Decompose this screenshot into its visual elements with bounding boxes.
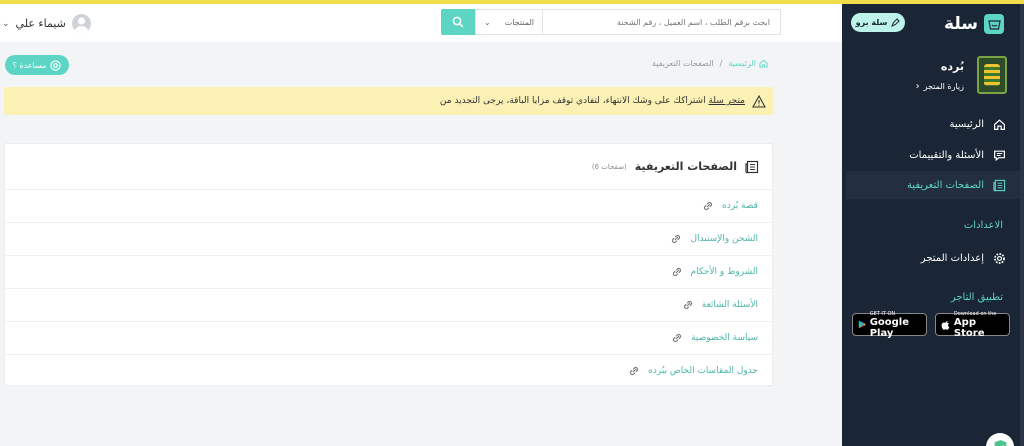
page-link[interactable]: سياسة الخصوصية bbox=[691, 333, 758, 343]
google-play-big-text: Google Play bbox=[869, 316, 910, 339]
link-icon bbox=[703, 201, 713, 211]
alert-text-wrap: متجر سلة اشتراكك على وشك الانتهاء، لتفاد… bbox=[440, 96, 745, 106]
visit-store-label: زيارة المتجر bbox=[923, 82, 964, 91]
list-item[interactable]: الأسئلة الشائعة bbox=[5, 288, 772, 321]
list-item[interactable]: سياسة الخصوصية bbox=[5, 321, 772, 354]
link-icon bbox=[630, 366, 639, 376]
list-item[interactable]: جدول المقاسات الخاص ببُرده bbox=[5, 354, 772, 387]
home-icon bbox=[992, 117, 1006, 131]
google-play-text: GET IT ON Google Play bbox=[870, 311, 921, 339]
sidebar-item-label: إعدادات المتجر bbox=[920, 252, 984, 264]
pages-list: قصة بُرده الشحن والإستبدال الشروط و الأح… bbox=[5, 189, 772, 387]
app-store-big-text: App Store bbox=[953, 316, 985, 339]
sidebar-item-home[interactable]: الرئيسية bbox=[846, 110, 1024, 138]
list-item[interactable]: الشحن والإستبدال bbox=[5, 222, 772, 255]
pages-count: (6 صفحات) bbox=[591, 162, 627, 171]
search-icon bbox=[452, 16, 464, 28]
comment-icon bbox=[992, 148, 1006, 162]
list-item[interactable]: الشروط و الأحكام bbox=[5, 255, 772, 288]
search-button[interactable] bbox=[441, 9, 475, 35]
chevron-down-icon: ⌄ bbox=[484, 17, 491, 27]
breadcrumb-home[interactable]: الرئيسية bbox=[728, 59, 768, 68]
page-link[interactable]: الشحن والإستبدال bbox=[690, 234, 758, 244]
basket-icon bbox=[984, 14, 1004, 34]
salla-logo[interactable]: سلة bbox=[944, 13, 1004, 35]
salla-pro-button[interactable]: سلة برو bbox=[851, 13, 905, 32]
newspaper-icon bbox=[992, 178, 1006, 192]
sidebar-item-label: الرئيسية bbox=[949, 118, 984, 130]
breadcrumb-separator: / bbox=[719, 59, 723, 68]
page-link[interactable]: الشروط و الأحكام bbox=[691, 267, 758, 277]
pages-card: (6 صفحات) الصفحات التعريفية قصة بُرده ال… bbox=[4, 143, 773, 386]
card-title: الصفحات التعريفية bbox=[634, 160, 737, 173]
card-header: (6 صفحات) الصفحات التعريفية bbox=[5, 144, 772, 189]
alert-text: اشتراكك على وشك الانتهاء، لتفادي توقف مز… bbox=[439, 96, 706, 106]
link-icon bbox=[672, 234, 681, 244]
sidebar-item-reviews[interactable]: الأسئلة والتقييمات bbox=[846, 141, 1024, 169]
sidebar-item-store-settings[interactable]: إعدادات المتجر bbox=[846, 244, 1024, 272]
apple-icon bbox=[941, 320, 950, 330]
help-label: مساعدة ؟ bbox=[12, 60, 47, 70]
alert-renew-link[interactable]: متجر سلة bbox=[708, 96, 745, 106]
link-icon bbox=[673, 333, 682, 343]
warning-icon bbox=[752, 94, 766, 108]
avatar bbox=[71, 14, 91, 33]
sidebar-item-label: الصفحات التعريفية bbox=[906, 179, 984, 191]
store-logo[interactable] bbox=[977, 56, 1007, 94]
top-header: شيماء علي ⌄ ⌄ المنتجات bbox=[0, 4, 842, 42]
user-menu[interactable]: شيماء علي ⌄ bbox=[2, 14, 91, 33]
gear-icon bbox=[992, 251, 1006, 265]
sidebar-item-label: الأسئلة والتقييمات bbox=[909, 149, 984, 161]
lifebuoy-icon bbox=[50, 59, 62, 71]
search-input[interactable] bbox=[542, 9, 781, 35]
list-item[interactable]: قصة بُرده bbox=[5, 189, 772, 222]
merchant-app-title: تطبيق التاجر bbox=[950, 292, 1003, 303]
verified-shield-icon[interactable] bbox=[986, 433, 1014, 446]
scrollbar[interactable] bbox=[1020, 4, 1024, 446]
search-bar: ⌄ المنتجات bbox=[441, 9, 781, 35]
visit-store-link[interactable]: زيارة المتجر ‹ bbox=[916, 81, 964, 92]
home-icon bbox=[759, 59, 768, 68]
google-play-icon bbox=[858, 320, 866, 329]
sidebar: سلة سلة برو بُرده زيارة المتجر ‹ الرئيسي… bbox=[842, 4, 1024, 446]
chevron-down-icon: ⌄ bbox=[2, 18, 10, 29]
chevron-left-icon: ‹ bbox=[915, 81, 920, 92]
breadcrumb: الصفحات التعريفية / الرئيسية bbox=[652, 59, 768, 68]
logo-text: سلة bbox=[944, 14, 978, 34]
app-store-text: Download on the App Store bbox=[954, 311, 1004, 339]
page-link[interactable]: جدول المقاسات الخاص ببُرده bbox=[648, 366, 758, 376]
sidebar-item-pages[interactable]: الصفحات التعريفية bbox=[846, 171, 1024, 199]
google-play-badge[interactable]: GET IT ON Google Play bbox=[852, 311, 927, 339]
user-name: شيماء علي bbox=[15, 17, 66, 30]
search-category-label: المنتجات bbox=[504, 17, 534, 27]
link-icon bbox=[683, 300, 692, 310]
help-button[interactable]: مساعدة ؟ bbox=[5, 55, 69, 75]
breadcrumb-current: الصفحات التعريفية bbox=[652, 59, 714, 68]
page-link[interactable]: الأسئلة الشائعة bbox=[702, 300, 758, 310]
settings-section-title: الاعدادات bbox=[963, 220, 1003, 231]
breadcrumb-home-label: الرئيسية bbox=[728, 59, 756, 68]
rocket-icon bbox=[891, 17, 901, 27]
search-category-select[interactable]: ⌄ المنتجات bbox=[475, 9, 542, 35]
link-icon bbox=[672, 267, 681, 277]
app-store-badge[interactable]: Download on the App Store bbox=[935, 311, 1010, 339]
newspaper-icon bbox=[745, 160, 759, 173]
page-link[interactable]: قصة بُرده bbox=[722, 201, 758, 211]
subscription-alert: متجر سلة اشتراكك على وشك الانتهاء، لتفاد… bbox=[4, 87, 773, 115]
pro-label: سلة برو bbox=[855, 18, 888, 27]
store-name: بُرده bbox=[940, 60, 964, 73]
